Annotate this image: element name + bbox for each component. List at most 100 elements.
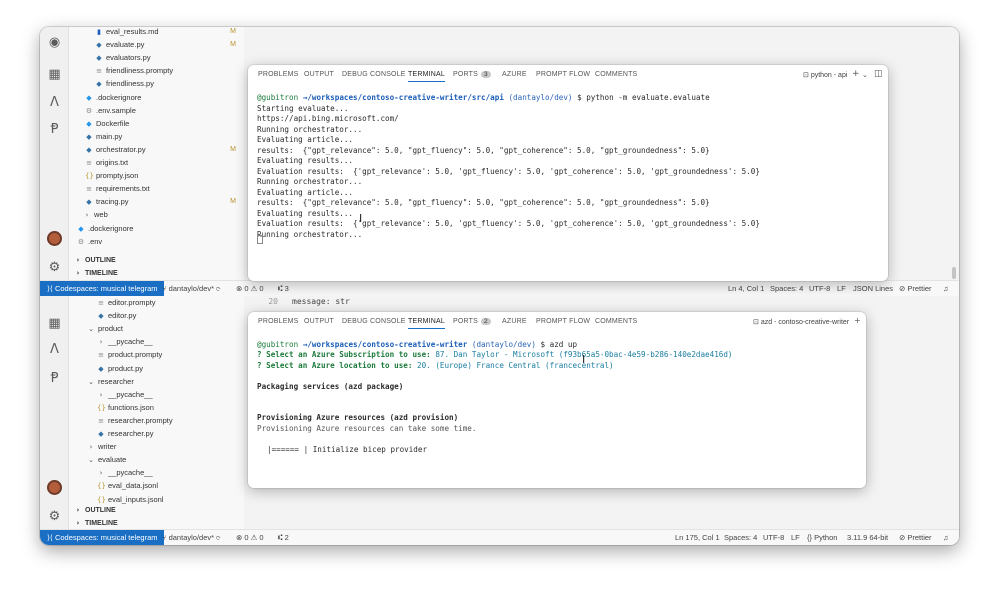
explorer-item[interactable]: › web [69, 208, 244, 221]
tab-output[interactable]: OUTPUT [304, 318, 334, 325]
ports-status[interactable]: ⑆ 2 [278, 530, 289, 545]
tab-debug-console[interactable]: DEBUG CONSOLE [342, 318, 406, 325]
interpreter-status[interactable]: 3.11.9 64-bit [847, 530, 888, 545]
explorer-item[interactable]: ◆ evaluate.py M [69, 38, 244, 51]
eol-status[interactable]: LF [837, 281, 846, 297]
gear-icon[interactable]: ⚙ [47, 260, 62, 275]
branch-status[interactable]: ⑂ dantaylo/dev* ⟳ [162, 530, 221, 545]
prettier-status[interactable]: ⊘ Prettier [899, 281, 932, 297]
explorer-section[interactable]: › TIMELINE [69, 267, 244, 280]
docker-icon[interactable]: ▦ [47, 67, 62, 82]
tab-azure[interactable]: AZURE [502, 71, 527, 78]
explorer-item[interactable]: ≡ origins.txt [69, 156, 244, 169]
prettier-status[interactable]: ⊘ Prettier [899, 530, 932, 545]
explorer-item[interactable]: › __pycache__ [69, 466, 244, 479]
chevron-right-icon: › [76, 269, 80, 277]
tab-ports[interactable]: PORTS 2 [453, 318, 491, 325]
encoding-status[interactable]: UTF-8 [809, 281, 830, 297]
bell-icon[interactable]: ♫ [943, 530, 949, 545]
docker-icon[interactable]: ▦ [47, 316, 62, 331]
new-terminal-icon[interactable]: + [854, 316, 861, 325]
tab-prompt-flow[interactable]: PROMPT FLOW [536, 318, 590, 325]
terminal-selector[interactable]: ⊡ python - api [803, 71, 847, 79]
account-avatar[interactable] [47, 480, 62, 495]
explorer-item[interactable]: › __pycache__ [69, 335, 244, 348]
explorer-item[interactable]: {} functions.json [69, 401, 244, 414]
terminal-line: results: {"gpt_relevance": 5.0, "gpt_flu… [257, 198, 710, 207]
explorer-item[interactable]: ▮ eval_results.md M [69, 27, 244, 38]
explorer-item[interactable]: ⚙ .env [69, 235, 244, 248]
language-mode[interactable]: {} Python [807, 530, 837, 545]
azure-icon[interactable]: Λ [47, 95, 62, 110]
eol-status[interactable]: LF [791, 530, 800, 545]
explorer-item[interactable]: › __pycache__ [69, 388, 244, 401]
tab-azure[interactable]: AZURE [502, 318, 527, 325]
language-mode[interactable]: JSON Lines [853, 281, 893, 297]
cursor-position[interactable]: Ln 4, Col 1 [728, 281, 764, 297]
tab-terminal[interactable]: TERMINAL [408, 71, 445, 82]
tab-problems[interactable]: PROBLEMS [258, 71, 299, 78]
tab-terminal[interactable]: TERMINAL [408, 318, 445, 329]
indentation-status[interactable]: Spaces: 4 [724, 530, 757, 545]
explorer-item[interactable]: ◆ editor.py [69, 309, 244, 322]
tab-prompt-flow[interactable]: PROMPT FLOW [536, 71, 590, 78]
explorer-item[interactable]: ⌄ evaluate [69, 453, 244, 466]
explorer-item[interactable]: {} prompty.json [69, 169, 244, 182]
encoding-status[interactable]: UTF-8 [763, 530, 784, 545]
remote-indicator[interactable]: ⟩⟨ Codespaces: musical telegram [40, 281, 165, 297]
ports-status[interactable]: ⑆ 3 [278, 281, 289, 297]
explorer-item[interactable]: ◆ product.py [69, 362, 244, 375]
explorer-item[interactable]: ◆ evaluators.py [69, 51, 244, 64]
explorer-item[interactable]: › writer [69, 440, 244, 453]
explorer-item[interactable]: ◆ friendliness.py [69, 77, 244, 90]
tab-output[interactable]: OUTPUT [304, 71, 334, 78]
explorer-item[interactable]: ≡ product.prompty [69, 348, 244, 361]
chevron-down-icon[interactable]: ⌄ [862, 71, 868, 79]
terminal-line: Running orchestrator... [257, 177, 363, 186]
explorer-item[interactable]: ≡ requirements.txt [69, 182, 244, 195]
prompt-flow-icon[interactable]: Ᵽ [47, 122, 62, 137]
problems-status[interactable]: ⊗ 0 ⚠ 0 [236, 281, 264, 297]
explorer-section[interactable]: › OUTLINE [69, 254, 244, 267]
explorer-item[interactable]: ◆ researcher.py [69, 427, 244, 440]
explorer-section[interactable]: › OUTLINE [69, 504, 244, 517]
terminal-line: Evaluation results: {'gpt_relevance': 5.… [257, 166, 760, 176]
git-status-badge: M [230, 28, 236, 35]
branch-status[interactable]: ⑂ dantaylo/dev* ⟳ [162, 281, 221, 297]
explorer-item[interactable]: ◆ orchestrator.py M [69, 143, 244, 156]
bell-icon[interactable]: ♫ [943, 281, 949, 297]
explorer-item[interactable]: ◆ Dockerfile [69, 117, 244, 130]
gear-icon[interactable]: ⚙ [47, 509, 62, 524]
code-line[interactable]: 20 message: str [248, 297, 349, 306]
terminal-selector[interactable]: ⊡ azd - contoso-creative-writer [753, 318, 849, 326]
split-terminal-icon[interactable]: ◫ [874, 69, 883, 79]
tab-comments[interactable]: COMMENTS [595, 318, 637, 325]
problems-status[interactable]: ⊗ 0 ⚠ 0 [236, 530, 264, 545]
explorer-item[interactable]: ≡ researcher.prompty [69, 414, 244, 427]
explorer-item[interactable]: ≡ friendliness.prompty [69, 64, 244, 77]
explorer-item[interactable]: ◆ .dockerignore [69, 91, 244, 104]
remote-indicator[interactable]: ⟩⟨ Codespaces: musical telegram [40, 530, 165, 545]
explorer-item[interactable]: {} eval_data.jsonl [69, 479, 244, 492]
account-avatar[interactable] [47, 231, 62, 246]
explorer-item[interactable]: ⚙ .env.sample [69, 104, 244, 117]
activity-bar: ◉ ▦ Λ Ᵽ ⚙ [40, 27, 69, 296]
cursor-position[interactable]: Ln 175, Col 1 [675, 530, 720, 545]
editor-scrollbar[interactable] [952, 267, 956, 279]
tab-problems[interactable]: PROBLEMS [258, 318, 299, 325]
explorer-item[interactable]: ◆ main.py [69, 130, 244, 143]
tab-comments[interactable]: COMMENTS [595, 71, 637, 78]
azure-icon[interactable]: Λ [47, 342, 62, 357]
github-icon[interactable]: ◉ [47, 35, 62, 50]
explorer-item[interactable]: ◆ .dockerignore [69, 222, 244, 235]
explorer-item[interactable]: ⌄ researcher [69, 375, 244, 388]
tab-ports[interactable]: PORTS 3 [453, 71, 491, 78]
new-terminal-icon[interactable]: + [852, 69, 860, 79]
indentation-status[interactable]: Spaces: 4 [770, 281, 803, 297]
tab-debug-console[interactable]: DEBUG CONSOLE [342, 71, 406, 78]
prompt-flow-icon[interactable]: Ᵽ [47, 371, 62, 386]
explorer-item-label: orchestrator.py [96, 144, 146, 154]
explorer-item[interactable]: ⌄ product [69, 322, 244, 335]
explorer-item[interactable]: ≡ editor.prompty [69, 296, 244, 309]
explorer-item[interactable]: ◆ tracing.py M [69, 195, 244, 208]
